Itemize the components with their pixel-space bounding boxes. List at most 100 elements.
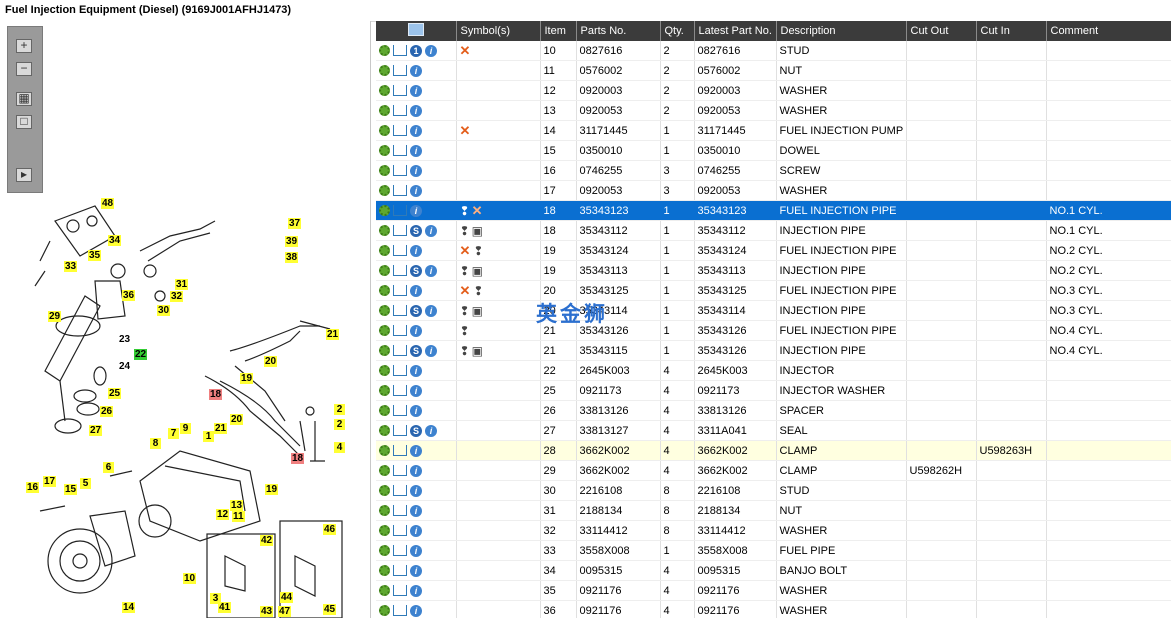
- cell-latest[interactable]: 33114412: [694, 520, 777, 541]
- table-row[interactable]: i 12 0920003 2 0920003 WASHER: [376, 80, 1171, 101]
- cell-latest[interactable]: 3311A041: [694, 420, 777, 441]
- cart-icon[interactable]: [393, 585, 407, 597]
- cell-item[interactable]: 18: [540, 220, 577, 241]
- cell-comment[interactable]: NO.2 CYL.: [1046, 240, 1171, 261]
- cart-icon[interactable]: [393, 145, 407, 157]
- row-tools[interactable]: Si: [376, 300, 457, 321]
- gear-icon[interactable]: [379, 45, 390, 57]
- row-tools[interactable]: i: [376, 280, 457, 301]
- cart-icon[interactable]: [393, 445, 407, 457]
- cell-latest[interactable]: 0921176: [694, 600, 777, 618]
- cell-desc[interactable]: NUT: [776, 500, 907, 521]
- column-header-comment[interactable]: Comment: [1046, 21, 1171, 41]
- info-icon[interactable]: i: [410, 64, 422, 77]
- gear-icon[interactable]: [379, 325, 390, 337]
- row-tools[interactable]: i: [376, 320, 457, 341]
- cart-icon[interactable]: [393, 245, 407, 257]
- cell-part[interactable]: 2645K003: [576, 360, 661, 381]
- callout-41[interactable]: 41: [218, 602, 232, 613]
- fit-page-icon[interactable]: ▦: [16, 92, 32, 106]
- cell-qty[interactable]: 2: [660, 41, 695, 61]
- cart-icon[interactable]: [393, 365, 407, 377]
- callout-20b[interactable]: 20: [230, 414, 244, 425]
- cell-desc[interactable]: INJECTOR: [776, 360, 907, 381]
- column-header-symbols[interactable]: Symbol(s): [456, 21, 541, 41]
- gear-icon[interactable]: [379, 345, 390, 357]
- cell-out[interactable]: [906, 600, 977, 618]
- cell-latest[interactable]: 0921173: [694, 380, 777, 401]
- table-row[interactable]: i 25 0921173 4 0921173 INJECTOR WASHER: [376, 380, 1171, 401]
- cell-item[interactable]: 18: [540, 200, 577, 221]
- cell-in[interactable]: [976, 340, 1047, 361]
- cell-in[interactable]: [976, 400, 1047, 421]
- cart-icon[interactable]: [393, 325, 407, 337]
- supersession-icon[interactable]: 1: [410, 44, 422, 57]
- cell-out[interactable]: [906, 160, 977, 181]
- gear-icon[interactable]: [379, 125, 390, 137]
- row-symbols[interactable]: [456, 500, 541, 521]
- cell-comment[interactable]: [1046, 120, 1171, 141]
- info-icon[interactable]: i: [410, 544, 422, 557]
- cell-desc[interactable]: CLAMP: [776, 440, 907, 461]
- callout-18b[interactable]: 18: [291, 453, 305, 464]
- cell-latest[interactable]: 35343112: [694, 220, 777, 241]
- table-row[interactable]: i 26 33813126 4 33813126 SPACER: [376, 400, 1171, 421]
- info-icon[interactable]: i: [410, 164, 422, 177]
- cell-comment[interactable]: NO.2 CYL.: [1046, 260, 1171, 281]
- callout-6[interactable]: 6: [103, 462, 114, 473]
- row-symbols[interactable]: [456, 80, 541, 101]
- gear-icon[interactable]: [379, 145, 390, 157]
- cell-qty[interactable]: 4: [660, 560, 695, 581]
- cell-comment[interactable]: NO.4 CYL.: [1046, 320, 1171, 341]
- row-symbols[interactable]: [456, 440, 541, 461]
- find-icon[interactable]: [407, 23, 424, 36]
- cell-desc[interactable]: WASHER: [776, 580, 907, 601]
- cell-qty[interactable]: 2: [660, 80, 695, 101]
- cell-item[interactable]: 17: [540, 180, 577, 201]
- callout-35[interactable]: 35: [88, 250, 102, 261]
- cell-comment[interactable]: [1046, 580, 1171, 601]
- cart-icon[interactable]: [393, 345, 407, 357]
- supersession-icon[interactable]: S: [410, 304, 422, 317]
- callout-39[interactable]: 39: [285, 236, 299, 247]
- diagram-pane[interactable]: + − ▦ □ ▸ 48 34 37 39 38 35 33 31 32 36 …: [0, 21, 371, 618]
- cell-qty[interactable]: 1: [660, 300, 695, 321]
- cell-out[interactable]: [906, 480, 977, 501]
- cell-part[interactable]: 0920053: [576, 100, 661, 121]
- cell-qty[interactable]: 8: [660, 480, 695, 501]
- table-row[interactable]: i ✕ 14 31171445 1 31171445 FUEL INJECTION PUMP…: [376, 120, 1171, 141]
- cell-item[interactable]: 19: [540, 260, 577, 281]
- cell-in[interactable]: [976, 140, 1047, 161]
- cell-qty[interactable]: 4: [660, 460, 695, 481]
- row-symbols[interactable]: [456, 540, 541, 561]
- cell-in[interactable]: [976, 460, 1047, 481]
- cell-item[interactable]: 21: [540, 340, 577, 361]
- cell-out[interactable]: [906, 580, 977, 601]
- callout-11[interactable]: 11: [232, 511, 245, 522]
- row-symbols[interactable]: [456, 360, 541, 381]
- cell-in[interactable]: [976, 100, 1047, 121]
- callout-24[interactable]: 24: [118, 361, 131, 372]
- row-tools[interactable]: i: [376, 140, 457, 161]
- cell-part[interactable]: 33114412: [576, 520, 661, 541]
- callout-37[interactable]: 37: [288, 218, 302, 229]
- callout-21[interactable]: 21: [326, 329, 340, 340]
- callout-31[interactable]: 31: [175, 279, 189, 290]
- table-row[interactable]: i 16 0746255 3 0746255 SCREW: [376, 160, 1171, 181]
- row-symbols[interactable]: [456, 140, 541, 161]
- callout-44[interactable]: 44: [280, 592, 294, 603]
- cell-in[interactable]: [976, 320, 1047, 341]
- cell-out[interactable]: [906, 560, 977, 581]
- row-tools[interactable]: Si: [376, 420, 457, 441]
- cell-item[interactable]: 22: [540, 360, 577, 381]
- cell-desc[interactable]: INJECTION PIPE: [776, 220, 907, 241]
- table-row[interactable]: i 15 0350010 1 0350010 DOWEL: [376, 140, 1171, 161]
- cell-part[interactable]: 0921173: [576, 380, 661, 401]
- cell-latest[interactable]: 0350010: [694, 140, 777, 161]
- cell-latest[interactable]: 33813126: [694, 400, 777, 421]
- cell-qty[interactable]: 3: [660, 160, 695, 181]
- info-icon[interactable]: i: [410, 584, 422, 597]
- row-symbols[interactable]: ❢ ▣: [456, 220, 541, 241]
- cell-desc[interactable]: BANJO BOLT: [776, 560, 907, 581]
- gear-icon[interactable]: [379, 85, 390, 97]
